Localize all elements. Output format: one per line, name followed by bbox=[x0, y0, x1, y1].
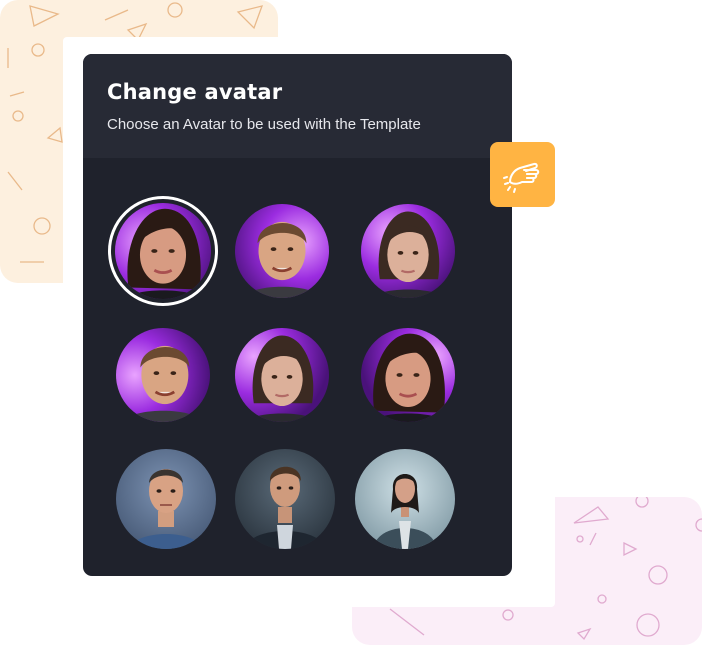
avatar-3d-man-jacket bbox=[235, 449, 335, 549]
modal-subtitle: Choose an Avatar to be used with the Tem… bbox=[107, 116, 421, 133]
avatar-3d-man-denim bbox=[116, 449, 216, 549]
avatar-portrait-woman bbox=[361, 328, 455, 422]
avatar-option[interactable] bbox=[116, 449, 216, 549]
avatar-option[interactable] bbox=[361, 204, 455, 298]
avatar-portrait-young-woman bbox=[235, 328, 329, 422]
avatar-option[interactable] bbox=[235, 204, 329, 298]
avatar-option[interactable] bbox=[235, 328, 329, 422]
avatar-3d-woman-blazer bbox=[355, 449, 455, 549]
avatar-portrait-man bbox=[235, 204, 329, 298]
pointing-hand-badge[interactable] bbox=[490, 142, 555, 207]
avatar-option[interactable] bbox=[235, 449, 335, 549]
modal-title: Change avatar bbox=[107, 80, 283, 104]
avatar-option[interactable] bbox=[355, 449, 455, 549]
avatar-portrait-man bbox=[116, 328, 210, 422]
avatar-option-selected[interactable] bbox=[108, 196, 218, 306]
avatar-portrait-woman bbox=[115, 203, 211, 299]
modal-header: Change avatar Choose an Avatar to be use… bbox=[83, 54, 512, 158]
avatar-portrait-young-woman bbox=[361, 204, 455, 298]
pointing-hand-icon bbox=[503, 162, 540, 193]
avatar-option[interactable] bbox=[361, 328, 455, 422]
avatar-option[interactable] bbox=[116, 328, 210, 422]
